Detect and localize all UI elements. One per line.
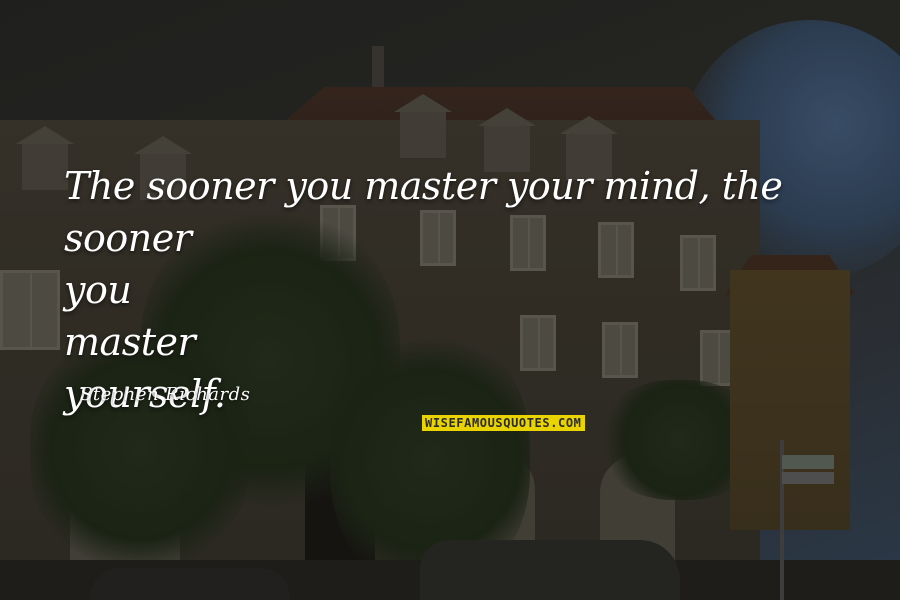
quote-line: The sooner you master your mind, the soo… [64,164,783,260]
quote-line: master [64,320,196,364]
quote-line: you [64,268,132,312]
author-name: Stephen Richards [80,384,251,405]
quote-text: The sooner you master your mind, the soo… [64,160,864,420]
watermark-badge: WISEFAMOUSQUOTES.COM [422,415,585,431]
